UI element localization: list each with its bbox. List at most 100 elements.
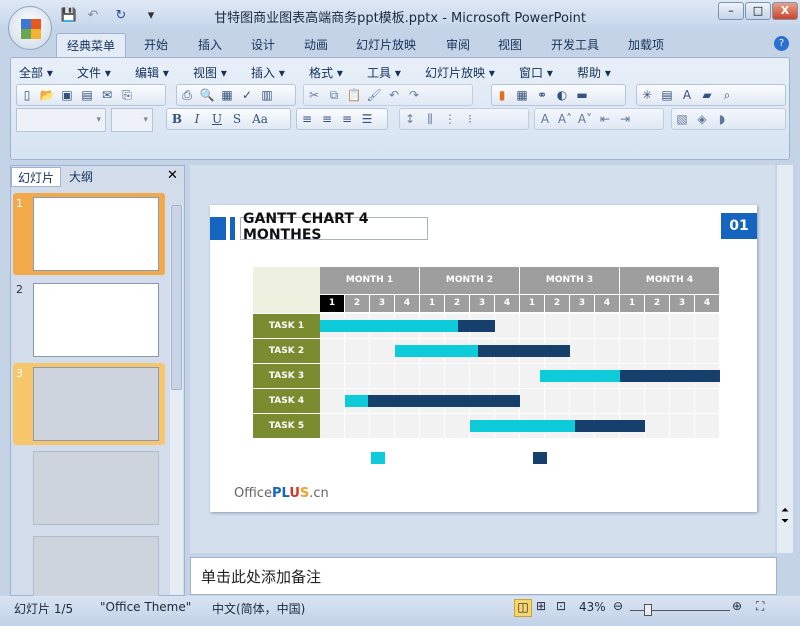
slide-title[interactable]: GANTT CHART 4 MONTHES xyxy=(243,211,383,243)
slide-thumbnail-2[interactable]: 2 xyxy=(13,279,165,361)
undo-icon[interactable]: ↶ xyxy=(384,85,404,105)
slide-thumbnail-1[interactable]: 1 xyxy=(13,193,165,275)
shape-fill-icon[interactable]: ◗ xyxy=(712,109,732,129)
menu-file[interactable]: 文件 ▾ xyxy=(77,64,111,81)
grid-icon[interactable]: ▦ xyxy=(217,85,237,105)
redo-icon[interactable]: ↷ xyxy=(404,85,424,105)
tab-slideshow[interactable]: 幻灯片放映 xyxy=(346,33,426,57)
preview-icon[interactable]: 🔍 xyxy=(197,85,217,105)
spelling-icon[interactable]: ✓ xyxy=(237,85,257,105)
shadow-button[interactable]: S xyxy=(227,109,247,129)
cut-icon[interactable]: ✂ xyxy=(304,85,324,105)
quick-styles-icon[interactable]: ◈ xyxy=(692,109,712,129)
open-icon[interactable]: 📂 xyxy=(37,85,57,105)
bullets-icon[interactable]: ⁝ xyxy=(460,109,480,129)
increase-indent-icon[interactable]: ⇥ xyxy=(615,109,635,129)
menu-help[interactable]: 帮助 ▾ xyxy=(577,64,611,81)
shrink-font-icon[interactable]: A˅ xyxy=(575,109,595,129)
tab-animation[interactable]: 动画 xyxy=(294,33,338,57)
decrease-indent-icon[interactable]: ⇤ xyxy=(595,109,615,129)
tab-addins[interactable]: 加载项 xyxy=(618,33,674,57)
new-slide-icon[interactable]: ✳ xyxy=(637,85,657,105)
zoom-slider-thumb[interactable] xyxy=(644,604,653,616)
save-icon[interactable]: 💾 xyxy=(60,8,78,24)
arrange-icon[interactable]: ▧ xyxy=(672,109,692,129)
slide-scrollbar[interactable]: ⏶ ⏷ xyxy=(777,165,793,553)
hyperlink-icon[interactable]: ⚭ xyxy=(532,85,552,105)
align-center-icon[interactable]: ≡ xyxy=(317,109,337,129)
maximize-button[interactable]: □ xyxy=(745,2,771,20)
customize-icon[interactable]: ▾ xyxy=(142,8,160,24)
menu-label: 工具 xyxy=(367,66,392,80)
tab-review[interactable]: 审阅 xyxy=(436,33,480,57)
italic-button[interactable]: I xyxy=(187,109,207,129)
print-icon[interactable]: ⎙ xyxy=(177,85,197,105)
mail-icon[interactable]: ✉ xyxy=(97,85,117,105)
shade-icon[interactable]: ▬ xyxy=(572,85,592,105)
tab-home[interactable]: 开始 xyxy=(134,33,178,57)
close-button[interactable]: X xyxy=(772,2,798,20)
attach-icon[interactable]: ⎘ xyxy=(117,85,137,105)
textbox-icon[interactable]: A xyxy=(677,85,697,105)
slideshow-view-icon[interactable]: ⊡ xyxy=(556,599,566,613)
slide-thumbnail-4[interactable] xyxy=(33,451,159,525)
font-size-select[interactable]: ▾ xyxy=(111,108,153,132)
fit-to-window-icon[interactable]: ⛶ xyxy=(756,599,764,614)
color-icon[interactable]: ◐ xyxy=(552,85,572,105)
zoom-out-icon[interactable]: ⊖ xyxy=(613,599,623,613)
numbering-icon[interactable]: ⋮ xyxy=(440,109,460,129)
slides-pane-scrollbar[interactable] xyxy=(170,205,183,595)
undo-icon[interactable]: ↶ xyxy=(84,8,102,24)
close-pane-icon[interactable]: ✕ xyxy=(167,168,178,183)
format-painter-icon[interactable]: 🖌 xyxy=(364,85,384,105)
tab-developer[interactable]: 开发工具 xyxy=(541,33,609,57)
font-name-select[interactable]: ▾ xyxy=(16,108,106,132)
redo-icon[interactable]: ↻ xyxy=(112,8,130,24)
menu-all[interactable]: 全部 ▾ xyxy=(19,64,53,81)
chart-icon[interactable]: ▮ xyxy=(492,85,512,105)
tab-slides[interactable]: 幻灯片 xyxy=(11,167,62,187)
font-color-icon[interactable]: A xyxy=(535,109,555,129)
language-indicator[interactable]: 中文(简体，中国) xyxy=(212,600,305,617)
align-right-icon[interactable]: ≡ xyxy=(337,109,357,129)
menu-insert[interactable]: 插入 ▾ xyxy=(251,64,285,81)
table-icon[interactable]: ▦ xyxy=(512,85,532,105)
help-icon[interactable]: ? xyxy=(774,36,789,51)
research-icon[interactable]: ▥ xyxy=(257,85,277,105)
copy-icon[interactable]: ⧉ xyxy=(324,85,344,105)
permission-icon[interactable]: ▤ xyxy=(77,85,97,105)
grid-cell xyxy=(645,389,669,413)
menu-edit[interactable]: 编辑 ▾ xyxy=(135,64,169,81)
find-icon[interactable]: ⌕ xyxy=(717,85,737,105)
line-spacing-icon[interactable]: ↕ xyxy=(400,109,420,129)
tab-insert[interactable]: 插入 xyxy=(188,33,232,57)
tab-classic-menu[interactable]: 经典菜单 xyxy=(56,33,127,57)
menu-slideshow[interactable]: 幻灯片放映 ▾ xyxy=(425,64,495,81)
paste-icon[interactable]: 📋 xyxy=(344,85,364,105)
zoom-level[interactable]: 43% xyxy=(579,600,606,614)
bold-button[interactable]: B xyxy=(167,109,187,129)
layout-icon[interactable]: ▤ xyxy=(657,85,677,105)
slide-sorter-icon[interactable]: ⊞ xyxy=(536,599,546,613)
menu-format[interactable]: 格式 ▾ xyxy=(309,64,343,81)
tab-design[interactable]: 设计 xyxy=(241,33,285,57)
zoom-in-icon[interactable]: ⊕ xyxy=(732,599,742,613)
change-case-button[interactable]: Aa xyxy=(247,109,273,129)
minimize-button[interactable]: – xyxy=(718,2,744,20)
grow-font-icon[interactable]: A˄ xyxy=(555,109,575,129)
menu-tools[interactable]: 工具 ▾ xyxy=(367,64,401,81)
menu-window[interactable]: 窗口 ▾ xyxy=(519,64,553,81)
menu-view[interactable]: 视图 ▾ xyxy=(193,64,227,81)
align-left-icon[interactable]: ≡ xyxy=(297,109,317,129)
underline-button[interactable]: U xyxy=(207,109,227,129)
notes-pane[interactable]: 单击此处添加备注 xyxy=(190,557,777,595)
save-icon[interactable]: ▣ xyxy=(57,85,77,105)
normal-view-icon[interactable]: ◫ xyxy=(514,599,532,617)
justify-icon[interactable]: ☰ xyxy=(357,109,377,129)
new-icon[interactable]: ▯ xyxy=(17,85,37,105)
tab-view[interactable]: 视图 xyxy=(488,33,532,57)
tab-outline[interactable]: 大纲 xyxy=(63,167,99,187)
text-direction-icon[interactable]: ⫼ xyxy=(420,109,440,129)
folder-icon[interactable]: ▰ xyxy=(697,85,717,105)
slide-thumbnail-3[interactable]: 3 xyxy=(13,363,165,445)
